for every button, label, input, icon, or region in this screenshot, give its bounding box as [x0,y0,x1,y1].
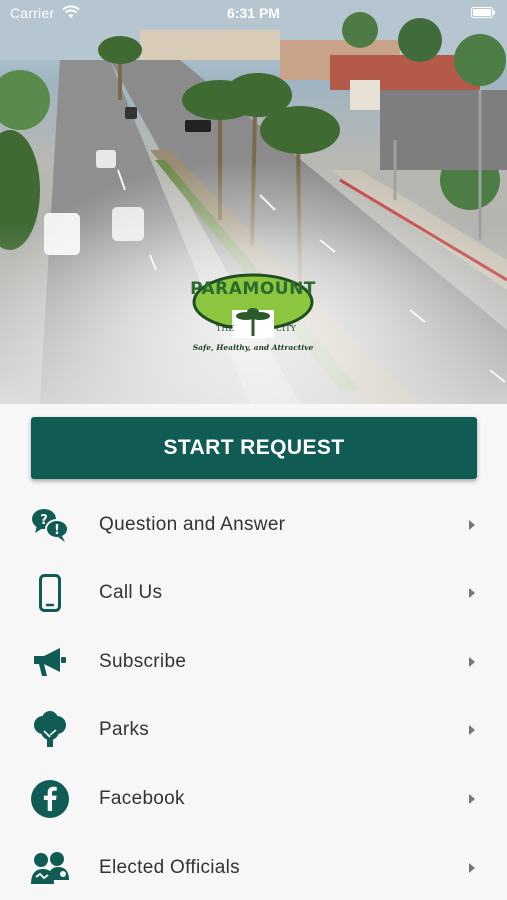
chevron-right-icon [469,725,475,735]
menu-item-label: Elected Officials [99,857,240,878]
tree-icon [29,709,71,751]
megaphone-icon [29,641,71,683]
menu-item-subscribe[interactable]: Subscribe [0,629,507,695]
status-bar: Carrier 6:31 PM [0,0,507,26]
logo-title: PARAMOUNT [190,279,316,299]
menu-item-label: Parks [99,719,150,740]
menu-item-question-and-answer[interactable]: ? ! Question and Answer [0,492,507,558]
chevron-right-icon [469,520,475,530]
menu-item-call-us[interactable]: Call Us [0,560,507,626]
chevron-right-icon [469,863,475,873]
menu-item-label: Call Us [99,582,163,603]
battery-icon [471,7,495,18]
menu-item-parks[interactable]: Parks [0,697,507,763]
hero-banner: Carrier 6:31 PM PARAMOUNT THE CITY Safe,… [0,0,507,404]
menu-item-label: Question and Answer [99,514,286,535]
logo-city: CITY [276,324,296,333]
svg-text:?: ? [40,513,48,528]
status-time: 6:31 PM [227,5,280,21]
logo-tagline: Safe, Healthy, and Attractive [192,343,314,352]
chevron-right-icon [469,794,475,804]
phone-icon [29,572,71,614]
question-answer-icon: ? ! [29,504,71,546]
paramount-logo: PARAMOUNT THE CITY Safe, Healthy, and At… [190,270,316,362]
chevron-right-icon [469,657,475,667]
chevron-right-icon [469,588,475,598]
menu-item-label: Subscribe [99,651,187,672]
facebook-icon [29,778,71,820]
menu-item-label: Facebook [99,788,185,809]
start-request-button[interactable]: START REQUEST [31,417,477,479]
logo-the: THE [216,324,235,333]
svg-text:!: ! [54,523,60,538]
officials-icon [29,847,71,889]
menu-item-elected-officials[interactable]: Elected Officials [0,835,507,900]
menu-item-facebook[interactable]: Facebook [0,766,507,832]
